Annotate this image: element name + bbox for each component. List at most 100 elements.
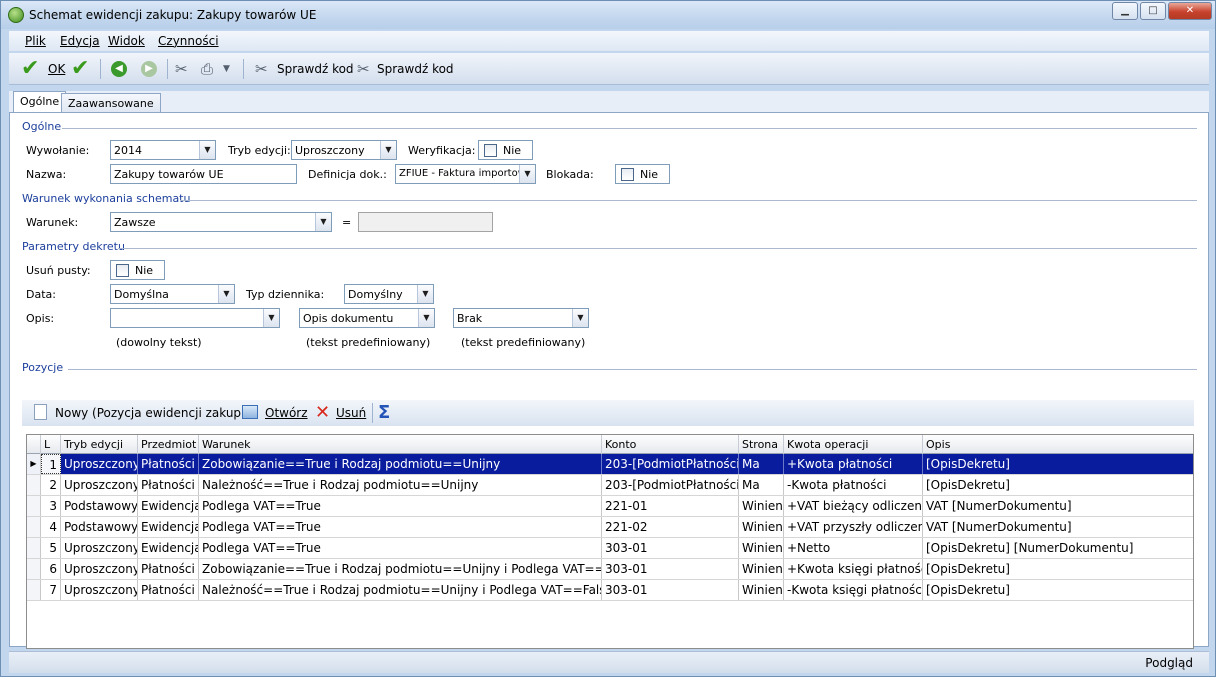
chevron-down-icon[interactable]: ▼ bbox=[315, 213, 331, 231]
weryfikacja-value: Nie bbox=[503, 144, 522, 157]
opis-predefined-select-1[interactable]: Opis dokumentu ▼ bbox=[299, 308, 435, 328]
tryb-edycji-select[interactable]: Uproszczony ▼ bbox=[291, 140, 397, 160]
sigma-icon[interactable]: Σ bbox=[378, 402, 390, 423]
menu-edycja[interactable]: Edycja bbox=[60, 34, 100, 48]
window-title: Schemat ewidencji zakupu: Zakupy towarów… bbox=[29, 8, 317, 22]
cell-kwota: +VAT bieżący odliczenia bbox=[784, 496, 923, 516]
delete-button[interactable]: Usuń bbox=[336, 406, 366, 420]
cell-tryb: Uproszczony bbox=[61, 580, 138, 600]
column-header-strona[interactable]: Strona bbox=[739, 435, 784, 454]
checkbox-box[interactable] bbox=[621, 168, 634, 181]
status-bar: Podgląd bbox=[9, 651, 1209, 673]
delete-icon[interactable]: ✕ bbox=[315, 402, 330, 423]
maximize-button[interactable]: □ bbox=[1140, 2, 1166, 20]
column-header-kwota[interactable]: Kwota operacji bbox=[784, 435, 923, 454]
usun-pusty-checkbox[interactable]: Nie bbox=[110, 260, 165, 280]
checkbox-box[interactable] bbox=[484, 144, 497, 157]
chevron-down-icon[interactable]: ▼ bbox=[417, 285, 433, 303]
status-text: Podgląd bbox=[1145, 656, 1193, 670]
cell-strona: Winien bbox=[739, 538, 784, 558]
positions-grid[interactable]: L Tryb edycji Przedmiot Warunek Konto St… bbox=[26, 434, 1194, 649]
new-position-button[interactable]: Nowy (Pozycja ewidencji zakupu) bbox=[55, 406, 253, 420]
tools-icon[interactable]: ✂ bbox=[175, 60, 188, 78]
chevron-down-icon[interactable]: ▼ bbox=[223, 64, 230, 74]
cell-opis: [OpisDekretu] bbox=[926, 457, 1010, 471]
table-row[interactable]: 6 Uproszczony Płatności Zobowiązanie==Tr… bbox=[27, 559, 1193, 580]
warunek-label: Warunek: bbox=[26, 216, 79, 229]
opis-predefined-select-2[interactable]: Brak ▼ bbox=[453, 308, 589, 328]
cell-l: 3 bbox=[41, 496, 61, 516]
chevron-down-icon[interactable]: ▼ bbox=[199, 141, 215, 159]
back-arrow-icon[interactable]: ◀ bbox=[111, 61, 127, 77]
cell-konto: 221-01 bbox=[602, 496, 739, 516]
tab-content: Ogólne Wywołanie: 2014 ▼ Tryb edycji: Up… bbox=[9, 112, 1209, 649]
warunek-select[interactable]: Zawsze ▼ bbox=[110, 212, 332, 232]
cell-tryb: Uproszczony bbox=[61, 475, 138, 495]
chevron-down-icon[interactable]: ▼ bbox=[263, 309, 279, 327]
column-header-przedmiot[interactable]: Przedmiot bbox=[138, 435, 199, 454]
cell-l: 7 bbox=[41, 580, 61, 600]
cell-konto: 221-02 bbox=[602, 517, 739, 537]
cell-tryb: Uproszczony bbox=[61, 559, 138, 579]
menu-czynnosci[interactable]: Czynności bbox=[158, 34, 219, 48]
tab-strip: Ogólne Zaawansowane bbox=[9, 91, 1209, 113]
definicja-select[interactable]: ZFIUE - Faktura importowa ▼ bbox=[395, 164, 536, 184]
open-button[interactable]: Otwórz bbox=[265, 406, 308, 420]
open-icon[interactable] bbox=[242, 405, 258, 419]
tab-zaawansowane[interactable]: Zaawansowane bbox=[61, 93, 161, 113]
column-header-opis[interactable]: Opis bbox=[923, 435, 1193, 454]
check-code-icon[interactable]: ✂ bbox=[255, 60, 268, 78]
new-document-icon[interactable] bbox=[34, 404, 47, 420]
table-row[interactable]: ▶ 1 Uproszczony Płatności Zobowiązanie==… bbox=[27, 454, 1193, 475]
chevron-down-icon[interactable]: ▼ bbox=[572, 309, 588, 327]
chevron-down-icon[interactable]: ▼ bbox=[218, 285, 234, 303]
blokada-label: Blokada: bbox=[546, 168, 594, 181]
weryfikacja-checkbox[interactable]: Nie bbox=[478, 140, 533, 160]
chevron-down-icon[interactable]: ▼ bbox=[519, 165, 535, 183]
data-select[interactable]: Domyślna ▼ bbox=[110, 284, 235, 304]
cell-konto: 303-01 bbox=[602, 580, 739, 600]
check-code-button-2[interactable]: Sprawdź kod bbox=[377, 62, 454, 76]
table-row[interactable]: 7 Uproszczony Płatności Należność==True … bbox=[27, 580, 1193, 601]
chevron-down-icon[interactable]: ▼ bbox=[380, 141, 396, 159]
accept-check-icon[interactable]: ✔ bbox=[71, 58, 89, 80]
minimize-button[interactable]: ▁ bbox=[1112, 2, 1138, 20]
check-code-button-1[interactable]: Sprawdź kod bbox=[277, 62, 354, 76]
menu-widok[interactable]: Widok bbox=[108, 34, 145, 48]
opis-free-text-select[interactable]: ▼ bbox=[110, 308, 280, 328]
column-header-konto[interactable]: Konto bbox=[602, 435, 739, 454]
nazwa-input[interactable]: Zakupy towarów UE bbox=[110, 164, 297, 184]
typ-dziennika-label: Typ dziennika: bbox=[246, 288, 325, 301]
cell-tryb: Uproszczony bbox=[61, 454, 138, 474]
menu-plik[interactable]: Plik bbox=[25, 34, 46, 48]
check-code-icon[interactable]: ✂ bbox=[357, 60, 370, 78]
blokada-checkbox[interactable]: Nie bbox=[615, 164, 670, 184]
cell-kwota: +Netto bbox=[784, 538, 923, 558]
cell-opis: [OpisDekretu] [NumerDokumentu] bbox=[926, 541, 1134, 555]
tab-ogolne[interactable]: Ogólne bbox=[13, 91, 67, 113]
column-header-l[interactable]: L bbox=[41, 435, 61, 454]
checkbox-box[interactable] bbox=[116, 264, 129, 277]
typ-dziennika-value: Domyślny bbox=[348, 288, 403, 301]
close-button[interactable]: ✕ bbox=[1168, 2, 1212, 20]
chevron-down-icon[interactable]: ▼ bbox=[418, 309, 434, 327]
printer-icon[interactable]: ⎙ bbox=[201, 60, 213, 78]
tryb-edycji-label: Tryb edycji: bbox=[228, 144, 291, 157]
wywolanie-select[interactable]: 2014 ▼ bbox=[110, 140, 216, 160]
opis-hint-1: (dowolny tekst) bbox=[116, 336, 202, 349]
opis-label: Opis: bbox=[26, 312, 55, 325]
typ-dziennika-select[interactable]: Domyślny ▼ bbox=[344, 284, 434, 304]
section-ogolne-title: Ogólne bbox=[22, 120, 62, 133]
ok-check-icon[interactable]: ✔ bbox=[21, 58, 39, 80]
table-row[interactable]: 2 Uproszczony Płatności Należność==True … bbox=[27, 475, 1193, 496]
forward-arrow-icon[interactable]: ▶ bbox=[141, 61, 157, 77]
cell-l: 1 bbox=[41, 454, 61, 474]
ok-button[interactable]: OK bbox=[48, 62, 65, 76]
table-row[interactable]: 5 Uproszczony Ewidencja Podlega VAT==Tru… bbox=[27, 538, 1193, 559]
table-row[interactable]: 4 Podstawowy Ewidencja Podlega VAT==True… bbox=[27, 517, 1193, 538]
table-row[interactable]: 3 Podstawowy Ewidencja Podlega VAT==True… bbox=[27, 496, 1193, 517]
column-header-tryb[interactable]: Tryb edycji bbox=[61, 435, 138, 454]
cell-opis: VAT [NumerDokumentu] bbox=[926, 520, 1072, 534]
cell-opis: VAT [NumerDokumentu] bbox=[926, 499, 1072, 513]
column-header-warunek[interactable]: Warunek bbox=[199, 435, 602, 454]
